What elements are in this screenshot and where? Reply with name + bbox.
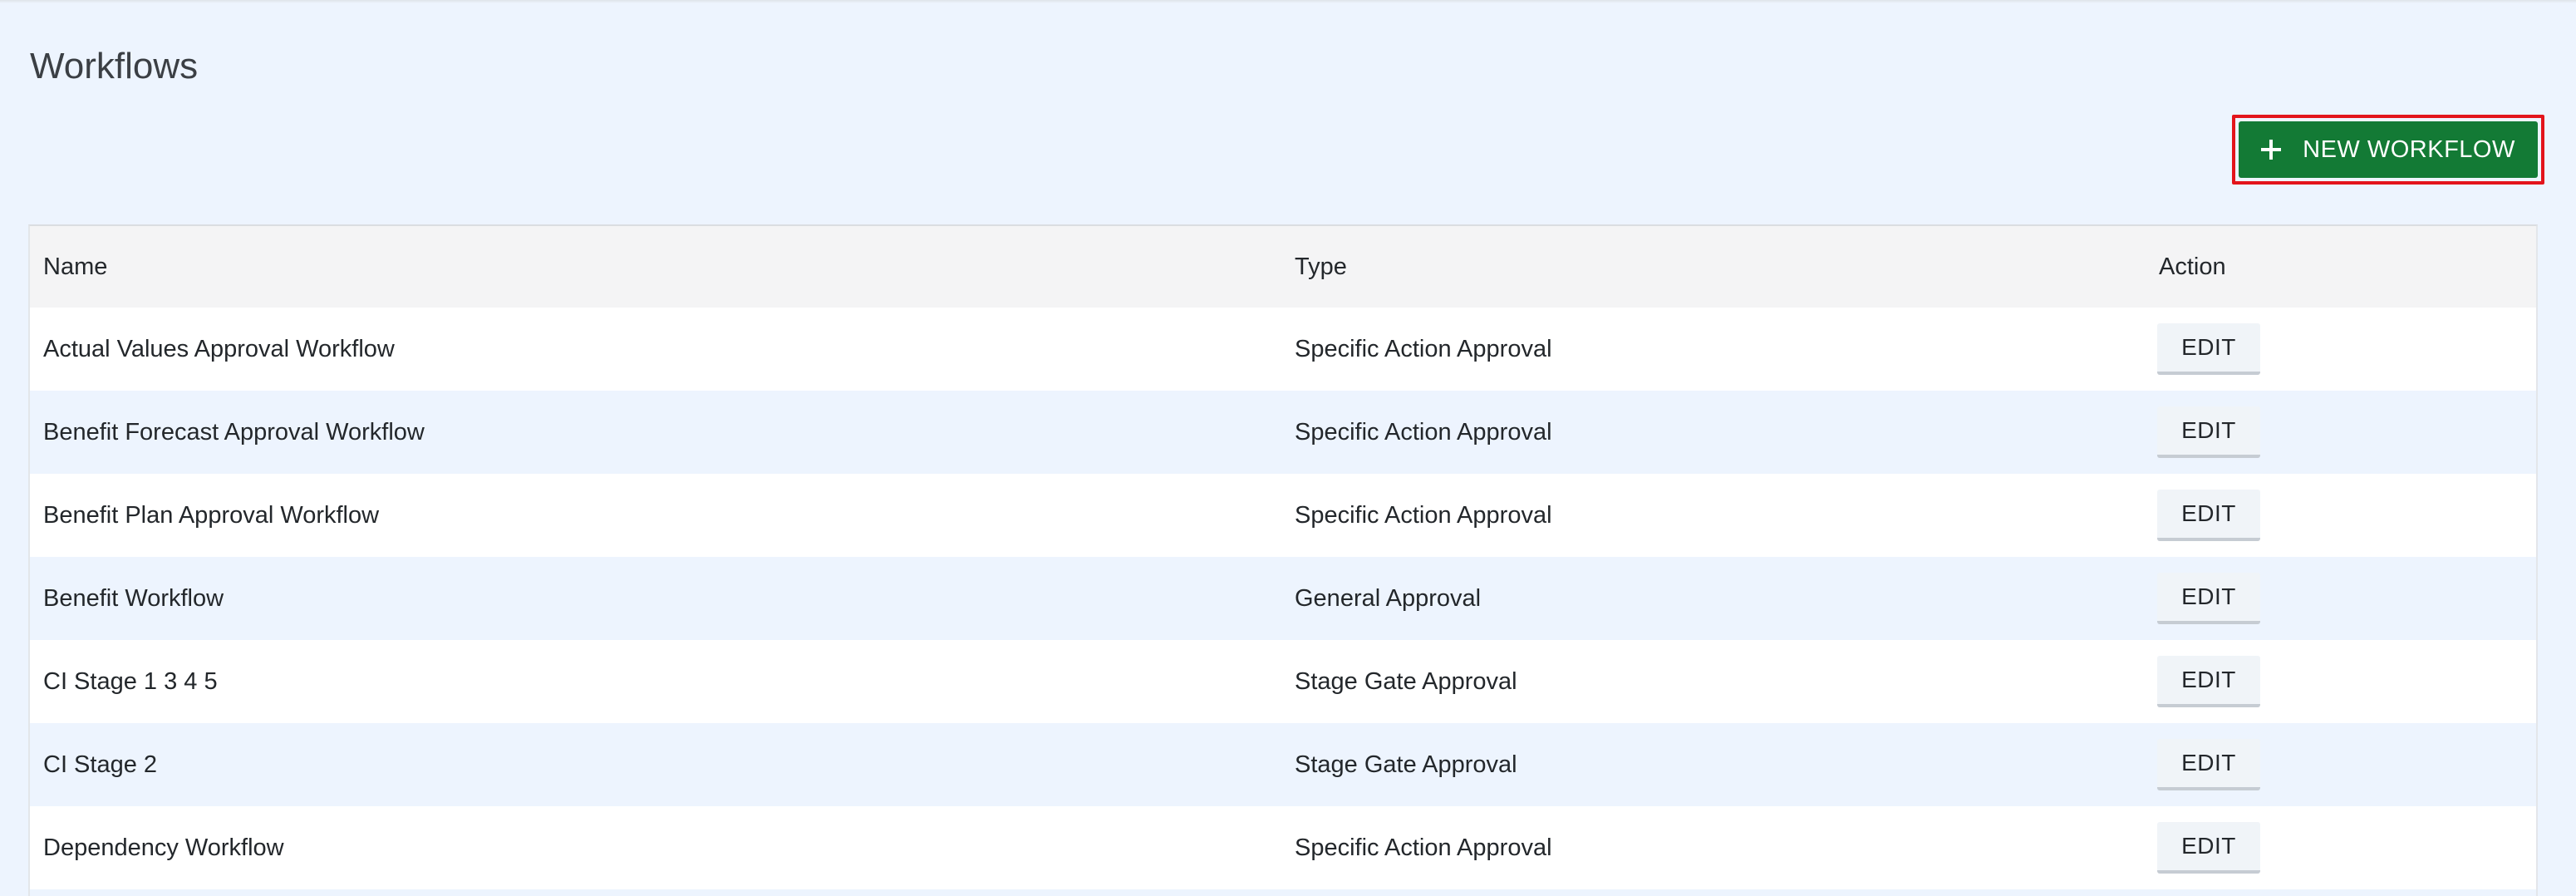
action-cell: EDIT: [2146, 723, 2536, 806]
page-title: Workflows: [30, 46, 199, 86]
table-row: Benefit Plan Approval Workflow Specific …: [30, 474, 2536, 557]
action-cell: EDIT: [2146, 557, 2536, 640]
workflow-type: Stage Gate Approval: [1295, 667, 1517, 695]
action-cell: EDIT: [2146, 474, 2536, 557]
column-header-name[interactable]: Name: [30, 226, 1281, 308]
workflow-type: Specific Action Approval: [1295, 335, 1552, 362]
action-cell: EDIT: [2146, 806, 2536, 889]
plus-icon: [2261, 140, 2282, 160]
edit-button[interactable]: EDIT: [2157, 656, 2260, 707]
action-cell: EDIT: [2146, 391, 2536, 474]
column-header-action: Action: [2159, 253, 2226, 280]
workflow-name: Benefit Plan Approval Workflow: [43, 501, 380, 529]
workflow-name: CI Stage 2: [43, 751, 158, 778]
edit-button[interactable]: EDIT: [2157, 573, 2260, 624]
workflow-type: General Approval: [1295, 584, 1482, 612]
table-row: CI Stage 1 3 4 5 Stage Gate Approval EDI…: [30, 640, 2536, 723]
table-row: Benefit Forecast Approval Workflow Speci…: [30, 391, 2536, 474]
table-row: Dependency Workflow Specific Action Appr…: [30, 806, 2536, 889]
new-workflow-button[interactable]: NEW WORKFLOW: [2239, 121, 2538, 178]
edit-button[interactable]: EDIT: [2157, 490, 2260, 541]
workflow-type: Specific Action Approval: [1295, 501, 1552, 529]
table-row: CI Stage 2 Stage Gate Approval EDIT: [30, 723, 2536, 806]
workflow-name: Benefit Workflow: [43, 584, 224, 612]
workflow-type: Specific Action Approval: [1295, 418, 1552, 446]
edit-button[interactable]: EDIT: [2157, 739, 2260, 790]
new-workflow-label: NEW WORKFLOW: [2303, 135, 2515, 163]
column-header-type[interactable]: Type: [1281, 226, 2146, 308]
workflow-name: Benefit Forecast Approval Workflow: [43, 418, 425, 446]
table-header-row: Name Type Action: [30, 226, 2536, 308]
workflow-name: Dependency Workflow: [43, 834, 284, 861]
table-row: Actual Values Approval Workflow Specific…: [30, 308, 2536, 391]
top-divider: [0, 0, 2576, 3]
edit-button[interactable]: EDIT: [2157, 406, 2260, 458]
workflow-type: Stage Gate Approval: [1295, 751, 1517, 778]
workflows-table: Name Type Action Actual Values Approval …: [28, 224, 2538, 896]
action-cell: EDIT: [2146, 308, 2536, 391]
workflow-type: Specific Action Approval: [1295, 834, 1552, 861]
edit-button[interactable]: EDIT: [2157, 323, 2260, 375]
edit-button[interactable]: EDIT: [2157, 822, 2260, 874]
table-row: Benefit Workflow General Approval EDIT: [30, 557, 2536, 640]
workflow-name: Actual Values Approval Workflow: [43, 335, 395, 362]
workflow-name: CI Stage 1 3 4 5: [43, 667, 218, 695]
action-cell: EDIT: [2146, 640, 2536, 723]
